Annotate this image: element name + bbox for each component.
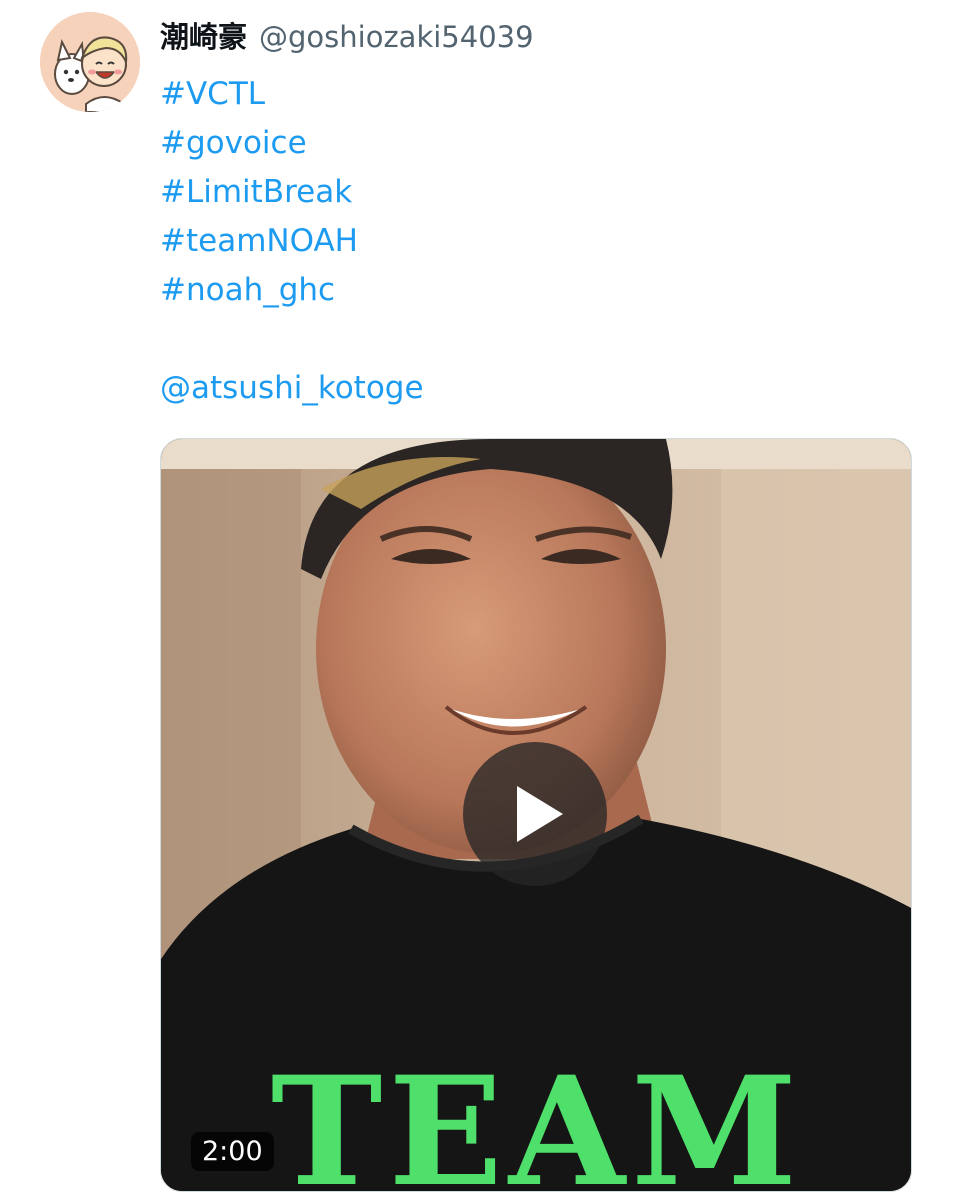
- hashtag-line: #VCTL: [160, 70, 920, 119]
- hashtag-line: #LimitBreak: [160, 168, 920, 217]
- tweet-text: #VCTL #govoice #LimitBreak #teamNOAH #no…: [160, 70, 920, 413]
- avatar-illustration: [40, 12, 140, 112]
- hashtag-noah-ghc[interactable]: #noah_ghc: [160, 272, 335, 308]
- mention-line: @atsushi_kotoge: [160, 364, 920, 413]
- hashtag-vctl[interactable]: #VCTL: [160, 76, 265, 112]
- hashtag-limitbreak[interactable]: #LimitBreak: [160, 174, 352, 210]
- tweet-header: 潮崎豪 @goshiozaki54039: [160, 14, 534, 64]
- hashtag-govoice[interactable]: #govoice: [160, 125, 307, 161]
- play-button[interactable]: [463, 742, 607, 886]
- video-player[interactable]: TEAM 2:00: [160, 438, 912, 1192]
- hashtag-line: #govoice: [160, 119, 920, 168]
- avatar[interactable]: [40, 12, 140, 112]
- shirt-text: TEAM: [271, 1044, 803, 1192]
- play-icon: [517, 786, 563, 842]
- video-duration: 2:00: [191, 1132, 274, 1171]
- mention-atsushi-kotoge[interactable]: @atsushi_kotoge: [160, 370, 424, 406]
- hashtag-teamnoah[interactable]: #teamNOAH: [160, 223, 358, 259]
- user-handle[interactable]: @goshiozaki54039: [259, 20, 534, 54]
- hashtag-line: #teamNOAH: [160, 217, 920, 266]
- display-name[interactable]: 潮崎豪: [160, 14, 247, 56]
- hashtag-line: #noah_ghc: [160, 266, 920, 315]
